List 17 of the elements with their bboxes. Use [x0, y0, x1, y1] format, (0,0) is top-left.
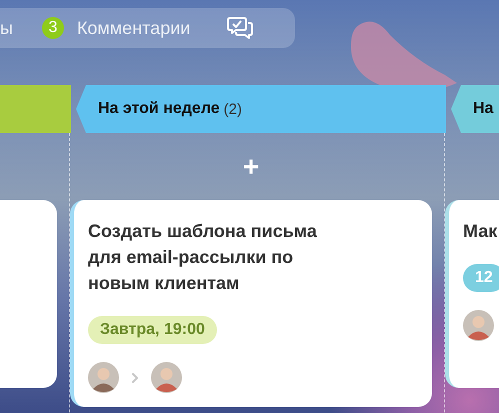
avatar-icon[interactable] — [463, 310, 494, 341]
deadline-badge[interactable]: 12 — [463, 264, 499, 292]
column-title: На этой неделе — [98, 100, 220, 118]
column-title: На — [473, 100, 494, 118]
task-card[interactable]: Мак 12 — [445, 200, 499, 388]
avatar-icon[interactable] — [88, 362, 119, 393]
column-count: (2) — [224, 100, 242, 118]
tab[interactable]: ы — [0, 18, 13, 38]
task-card[interactable]: Создать шаблона письма для email-рассылки по новым клиентам Завтра, 19:00 — [70, 200, 432, 407]
card-title: Создать шаблона письма для email-рассылки по новым клиентам — [88, 220, 318, 295]
comment-count-badge: 3 — [42, 17, 64, 39]
add-card-button[interactable]: + — [238, 152, 264, 180]
card-title: Мак — [463, 220, 498, 243]
avatar-icon[interactable] — [151, 362, 182, 393]
deadline-badge[interactable]: Завтра, 19:00 — [88, 316, 217, 344]
chat-check-icon[interactable] — [227, 16, 254, 40]
comments-tab[interactable]: Комментарии — [76, 18, 190, 38]
